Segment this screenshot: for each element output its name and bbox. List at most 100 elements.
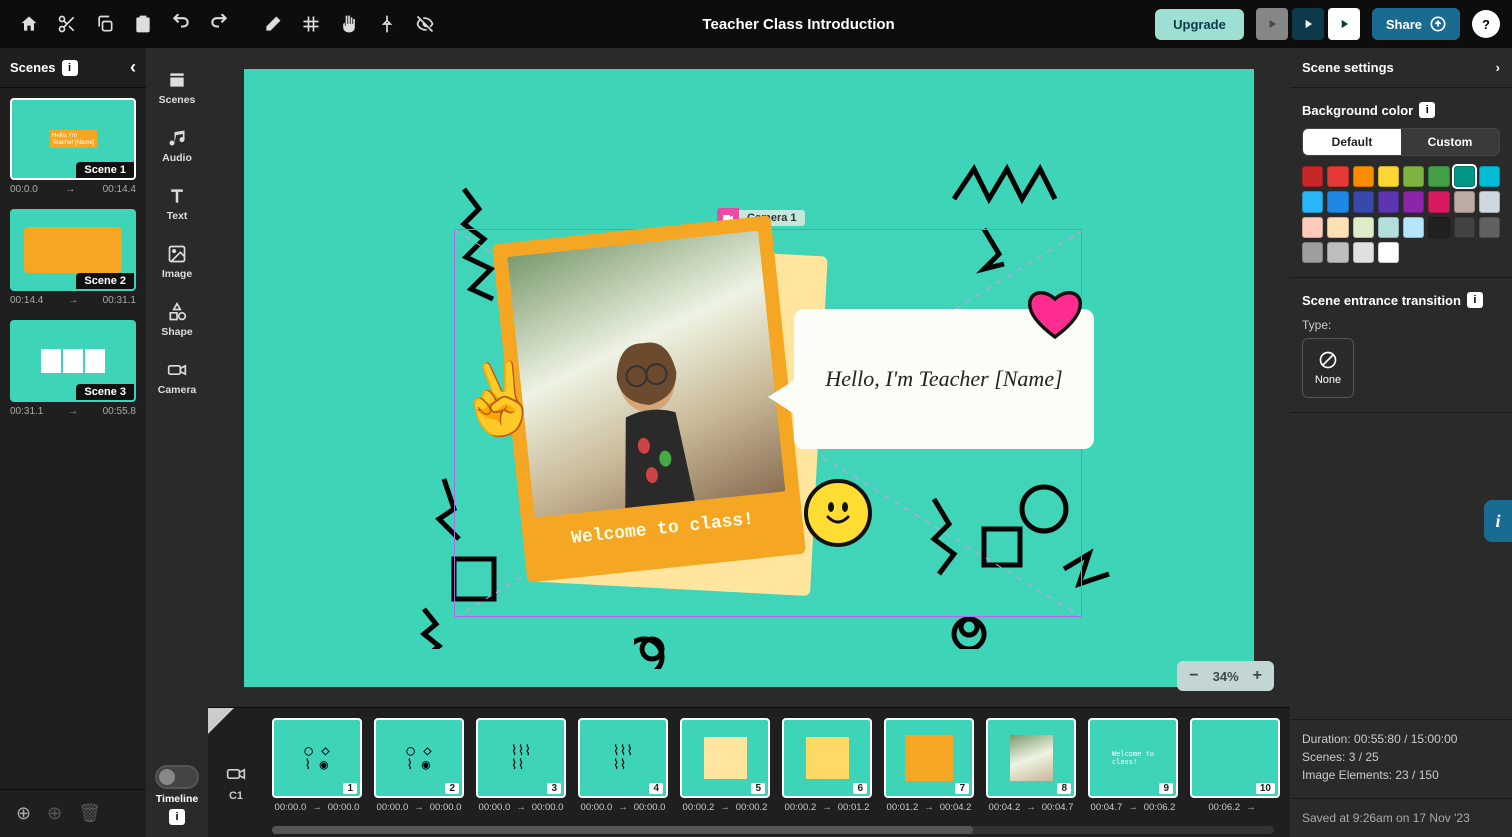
color-swatch[interactable] [1327, 166, 1348, 187]
color-swatch[interactable] [1479, 217, 1500, 238]
timeline-frame[interactable]: ⌇⌇⌇⌇⌇300:00.0→00:00.0 [476, 718, 566, 813]
tool-text[interactable]: Text [149, 176, 205, 232]
help-button[interactable]: ? [1472, 10, 1500, 38]
timeline-toggle[interactable]: Timeline i [149, 765, 205, 825]
color-swatch[interactable] [1378, 191, 1399, 212]
color-swatch[interactable] [1353, 217, 1374, 238]
preview-scene-button[interactable] [1292, 8, 1324, 40]
polaroid-element[interactable]: Welcome to class! [509, 229, 819, 609]
scenes-panel-title: Scenes [10, 60, 56, 75]
add-scene-button[interactable]: ⊕ [16, 803, 31, 824]
info-icon[interactable]: i [1419, 102, 1435, 118]
color-swatch[interactable] [1327, 242, 1348, 263]
transition-none[interactable]: None [1302, 338, 1354, 398]
color-swatch[interactable] [1454, 217, 1475, 238]
color-swatch[interactable] [1327, 217, 1348, 238]
timeline-frame[interactable]: 700:01.2→00:04.2 [884, 718, 974, 813]
duplicate-scene-button[interactable]: ⊕ [47, 803, 62, 824]
heart-sticker[interactable] [1026, 289, 1084, 353]
scenes-stat: Scenes: 3 / 25 [1302, 750, 1500, 764]
tool-camera[interactable]: Camera [149, 350, 205, 406]
visibility-off-icon[interactable] [408, 7, 442, 41]
elements-stat: Image Elements: 23 / 150 [1302, 768, 1500, 782]
scene-thumb-3[interactable]: Scene 3 00:31.1→00:55.8 [10, 320, 136, 417]
timeline-frame[interactable]: 600:00.2→00:01.2 [782, 718, 872, 813]
color-swatch[interactable] [1428, 217, 1449, 238]
chevron-right-icon[interactable]: › [1496, 60, 1500, 75]
info-side-tab[interactable]: i [1484, 500, 1512, 542]
redo-icon[interactable] [202, 7, 236, 41]
color-swatch[interactable] [1353, 191, 1374, 212]
cut-icon[interactable] [50, 7, 84, 41]
collapse-panel-icon[interactable]: ‹ [130, 57, 136, 78]
color-swatch[interactable] [1378, 217, 1399, 238]
color-swatch[interactable] [1378, 166, 1399, 187]
scenes-panel: Scenes i ‹ Hello, I'mTeacher [Name]Scene… [0, 48, 146, 837]
color-swatch[interactable] [1353, 242, 1374, 263]
color-swatch[interactable] [1378, 242, 1399, 263]
color-swatch[interactable] [1454, 191, 1475, 212]
zoom-in-button[interactable]: + [1253, 667, 1262, 685]
scene-thumb-1[interactable]: Hello, I'mTeacher [Name]Scene 1 00:0.0→0… [10, 98, 136, 195]
color-swatch[interactable] [1327, 191, 1348, 212]
color-swatch[interactable] [1479, 191, 1500, 212]
scene-thumb-2[interactable]: Scene 2 00:14.4→00:31.1 [10, 209, 136, 306]
info-icon[interactable]: i [62, 60, 78, 76]
timeline: C1 ○ ◇⌇ ◉100:00.0→00:00.0○ ◇⌇ ◉200:00.0→… [208, 707, 1290, 837]
top-toolbar: Teacher Class Introduction Upgrade Share… [0, 0, 1512, 48]
grid-icon[interactable] [294, 7, 328, 41]
preview-play-button[interactable] [1328, 8, 1360, 40]
copy-icon[interactable] [88, 7, 122, 41]
pin-icon[interactable] [370, 7, 404, 41]
info-icon[interactable]: i [169, 809, 185, 825]
saved-status: Saved at 9:26am on 17 Nov '23 [1290, 798, 1512, 837]
upgrade-button[interactable]: Upgrade [1155, 9, 1244, 40]
timeline-frame[interactable]: ○ ◇⌇ ◉100:00.0→00:00.0 [272, 718, 362, 813]
timeline-frame[interactable]: ○ ◇⌇ ◉200:00.0→00:00.0 [374, 718, 464, 813]
color-swatch[interactable] [1302, 166, 1323, 187]
zoom-control: − 34% + [1177, 661, 1274, 691]
home-icon[interactable] [12, 7, 46, 41]
bg-custom-tab[interactable]: Custom [1401, 129, 1499, 155]
color-swatch[interactable] [1302, 217, 1323, 238]
timeline-scrollbar[interactable] [272, 826, 1274, 834]
zoom-value: 34% [1213, 669, 1239, 684]
duration-stat: Duration: 00:55:80 / 15:00:00 [1302, 732, 1500, 746]
delete-scene-button[interactable]: 🗑 [78, 803, 101, 824]
track-label: C1 [229, 790, 243, 802]
canvas-area: Camera 1 Welcome to class! Hello, I'm Te… [208, 48, 1290, 837]
color-swatch[interactable] [1479, 166, 1500, 187]
color-swatch[interactable] [1302, 242, 1323, 263]
eraser-icon[interactable] [256, 7, 290, 41]
paste-icon[interactable] [126, 7, 160, 41]
timeline-frame[interactable]: 800:04.2→00:04.7 [986, 718, 1076, 813]
preview-record-button[interactable] [1256, 8, 1288, 40]
bg-default-tab[interactable]: Default [1303, 129, 1401, 155]
color-swatch[interactable] [1428, 166, 1449, 187]
tool-shape[interactable]: Shape [149, 292, 205, 348]
canvas[interactable]: Camera 1 Welcome to class! Hello, I'm Te… [244, 69, 1254, 687]
color-swatch[interactable] [1302, 191, 1323, 212]
share-button[interactable]: Share [1372, 8, 1460, 40]
color-swatch[interactable] [1403, 191, 1424, 212]
color-swatch[interactable] [1403, 217, 1424, 238]
zoom-out-button[interactable]: − [1189, 667, 1198, 685]
timeline-frame[interactable]: Welcome toclass!900:04.7→00:06.2 [1088, 718, 1178, 813]
tool-image[interactable]: Image [149, 234, 205, 290]
timeline-frame[interactable]: ⌇⌇⌇⌇⌇400:00.0→00:00.0 [578, 718, 668, 813]
color-swatch[interactable] [1403, 166, 1424, 187]
tool-scenes[interactable]: Scenes [149, 60, 205, 116]
smiley-sticker[interactable] [804, 479, 872, 547]
hand-icon[interactable] [332, 7, 366, 41]
color-swatch[interactable] [1454, 166, 1475, 187]
timeline-frame[interactable]: 1000:06.2→ [1190, 718, 1280, 813]
tool-audio[interactable]: Audio [149, 118, 205, 174]
timeline-corner-icon[interactable] [208, 708, 234, 734]
color-swatch[interactable] [1353, 166, 1374, 187]
timeline-frame[interactable]: 500:00.2→00:00.2 [680, 718, 770, 813]
undo-icon[interactable] [164, 7, 198, 41]
info-icon[interactable]: i [1467, 292, 1483, 308]
color-swatch[interactable] [1428, 191, 1449, 212]
properties-panel: Scene settings › Background colori Defau… [1290, 48, 1512, 837]
tools-panel: Scenes Audio Text Image Shape Camera Tim… [146, 48, 208, 837]
